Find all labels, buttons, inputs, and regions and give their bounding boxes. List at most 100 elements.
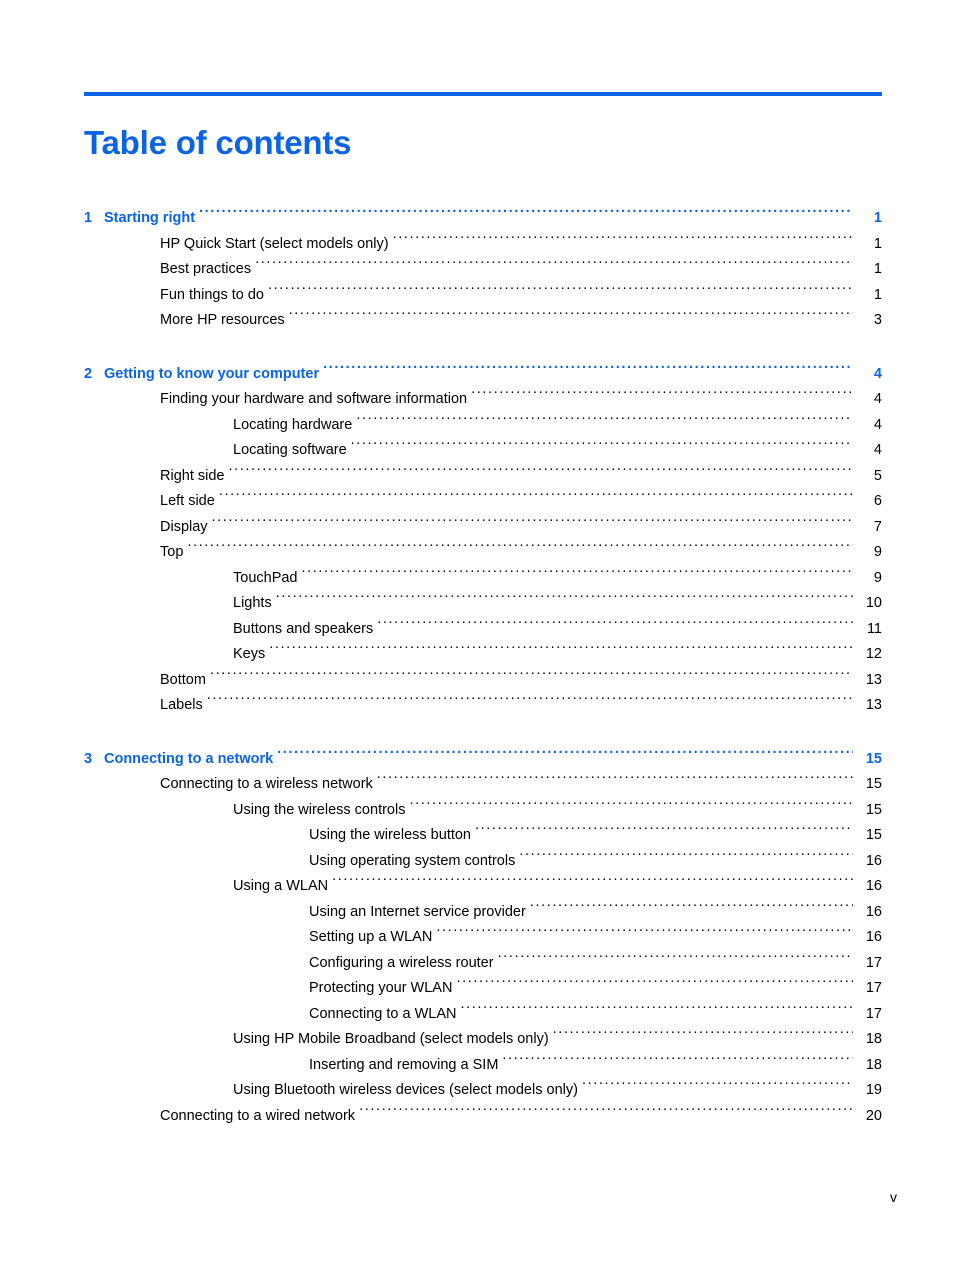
dot-leader [356, 414, 853, 429]
toc-page-number: 6 [873, 493, 882, 509]
toc-entry-label: Connecting to a network [104, 750, 274, 767]
dot-leader [475, 825, 853, 840]
dot-leader [409, 799, 853, 814]
toc-page-number: 13 [865, 697, 882, 713]
dot-leader [332, 876, 853, 891]
toc-page-number: 15 [865, 776, 882, 792]
dot-leader [207, 695, 853, 710]
dot-leader [255, 259, 853, 274]
dot-leader [212, 516, 853, 531]
toc-entry-row[interactable]: Finding your hardware and software infor… [84, 387, 882, 413]
toc-entry-row[interactable]: Using an Internet service provider 16 [84, 900, 882, 926]
table-of-contents-list: 1Starting right1HP Quick Start (select m… [84, 206, 882, 1129]
toc-entry-row[interactable]: Setting up a WLAN 16 [84, 925, 882, 951]
dot-leader [199, 208, 853, 223]
dot-leader [268, 284, 853, 299]
toc-entry-row[interactable]: HP Quick Start (select models only) 1 [84, 232, 882, 258]
toc-page-number: 16 [865, 852, 882, 869]
dot-leader [498, 952, 853, 967]
dot-leader [502, 1054, 853, 1069]
dot-leader [302, 567, 854, 582]
toc-page-number: 3 [873, 312, 882, 328]
toc-page-number: 4 [873, 365, 882, 382]
toc-entry-label: Right side [160, 467, 225, 484]
toc-entry-label: Using Bluetooth wireless devices (select… [233, 1082, 578, 1098]
toc-chapter-number: 3 [84, 750, 93, 767]
toc-entry-label: Buttons and speakers [233, 620, 374, 637]
toc-page-number: 17 [865, 954, 882, 971]
toc-entry-row[interactable]: Right side 5 [84, 464, 882, 490]
toc-page-number: 4 [873, 391, 882, 407]
dot-leader [471, 389, 853, 404]
toc-entry-row[interactable]: Using Bluetooth wireless devices (select… [84, 1078, 882, 1104]
toc-entry-label: Best practices [160, 261, 252, 277]
toc-entry-label: Left side [160, 493, 215, 509]
toc-entry-label: Top [160, 544, 184, 560]
toc-entry-row[interactable]: Left side 6 [84, 489, 882, 515]
toc-entry-row[interactable]: Display 7 [84, 515, 882, 541]
toc-entry-row[interactable]: Connecting to a wired network 20 [84, 1104, 882, 1130]
toc-entry-label: Protecting your WLAN [309, 980, 453, 996]
toc-page-number: 20 [865, 1107, 882, 1124]
toc-entry-row[interactable]: Connecting to a wireless network 15 [84, 772, 882, 798]
toc-entry-label: TouchPad [233, 569, 298, 586]
toc-entry-label: Connecting to a wireless network [160, 776, 373, 792]
dot-leader [461, 1003, 854, 1018]
toc-entry-row[interactable]: Keys 12 [84, 642, 882, 668]
toc-page-number: 7 [873, 518, 882, 535]
toc-entry-row[interactable]: Using the wireless button 15 [84, 823, 882, 849]
toc-chapter-row[interactable]: 1 Starting right 1 [84, 206, 882, 232]
dot-leader [219, 491, 853, 506]
toc-entry-row[interactable]: Locating hardware 4 [84, 413, 882, 439]
document-page: Table of contents 1Starting right1HP Qui… [0, 0, 954, 1270]
toc-page-number: 9 [873, 544, 882, 560]
toc-entry-row[interactable]: Protecting your WLAN 17 [84, 976, 882, 1002]
toc-entry-row[interactable]: Fun things to do 1 [84, 283, 882, 309]
toc-entry-row[interactable]: Using operating system controls 16 [84, 849, 882, 875]
toc-entry-label: More HP resources [160, 312, 285, 328]
toc-entry-row[interactable]: Best practices 1 [84, 257, 882, 283]
dot-leader [582, 1080, 853, 1095]
toc-entry-label: Bottom [160, 671, 206, 688]
toc-page-number: 15 [865, 801, 882, 818]
toc-entry-label: Labels [160, 697, 203, 713]
toc-entry-row[interactable]: Using the wireless controls 15 [84, 798, 882, 824]
dot-leader [377, 774, 853, 789]
toc-entry-row[interactable]: Buttons and speakers 11 [84, 617, 882, 643]
toc-page-number: 18 [865, 1031, 882, 1047]
toc-entry-row[interactable]: More HP resources 3 [84, 308, 882, 334]
dot-leader [228, 465, 853, 480]
toc-page-number: 9 [873, 569, 882, 586]
toc-entry-label: Starting right [104, 210, 196, 226]
toc-chapter-row[interactable]: 3 Connecting to a network 15 [84, 747, 882, 773]
toc-entry-row[interactable]: Inserting and removing a SIM 18 [84, 1053, 882, 1079]
toc-entry-row[interactable]: Using HP Mobile Broadband (select models… [84, 1027, 882, 1053]
toc-entry-label: HP Quick Start (select models only) [160, 235, 389, 252]
toc-entry-label: Setting up a WLAN [309, 929, 433, 945]
toc-entry-row[interactable]: Bottom 13 [84, 668, 882, 694]
dot-leader [269, 644, 853, 659]
toc-page-number: 4 [873, 416, 882, 433]
dot-leader [553, 1029, 853, 1044]
toc-entry-label: Display [160, 518, 208, 535]
toc-entry-label: Locating hardware [233, 416, 353, 433]
toc-entry-label: Configuring a wireless router [309, 954, 494, 971]
dot-leader [289, 310, 853, 325]
toc-entry-row[interactable]: Using a WLAN 16 [84, 874, 882, 900]
title-rule-divider [84, 92, 882, 96]
toc-entry-row[interactable]: Configuring a wireless router 17 [84, 951, 882, 977]
toc-entry-row[interactable]: Labels 13 [84, 693, 882, 719]
toc-entry-row[interactable]: Lights 10 [84, 591, 882, 617]
toc-entry-row[interactable]: TouchPad 9 [84, 566, 882, 592]
toc-entry-row[interactable]: Top 9 [84, 540, 882, 566]
dot-leader [351, 440, 853, 455]
toc-entry-label: Using an Internet service provider [309, 903, 526, 920]
toc-entry-label: Lights [233, 595, 272, 611]
toc-entry-label: Connecting to a WLAN [309, 1005, 457, 1022]
toc-entry-row[interactable]: Connecting to a WLAN 17 [84, 1002, 882, 1028]
toc-entry-row[interactable]: Locating software 4 [84, 438, 882, 464]
dot-leader [456, 978, 853, 993]
dot-leader [436, 927, 853, 942]
toc-entry-label: Locating software [233, 442, 347, 458]
toc-chapter-row[interactable]: 2 Getting to know your computer 4 [84, 362, 882, 388]
